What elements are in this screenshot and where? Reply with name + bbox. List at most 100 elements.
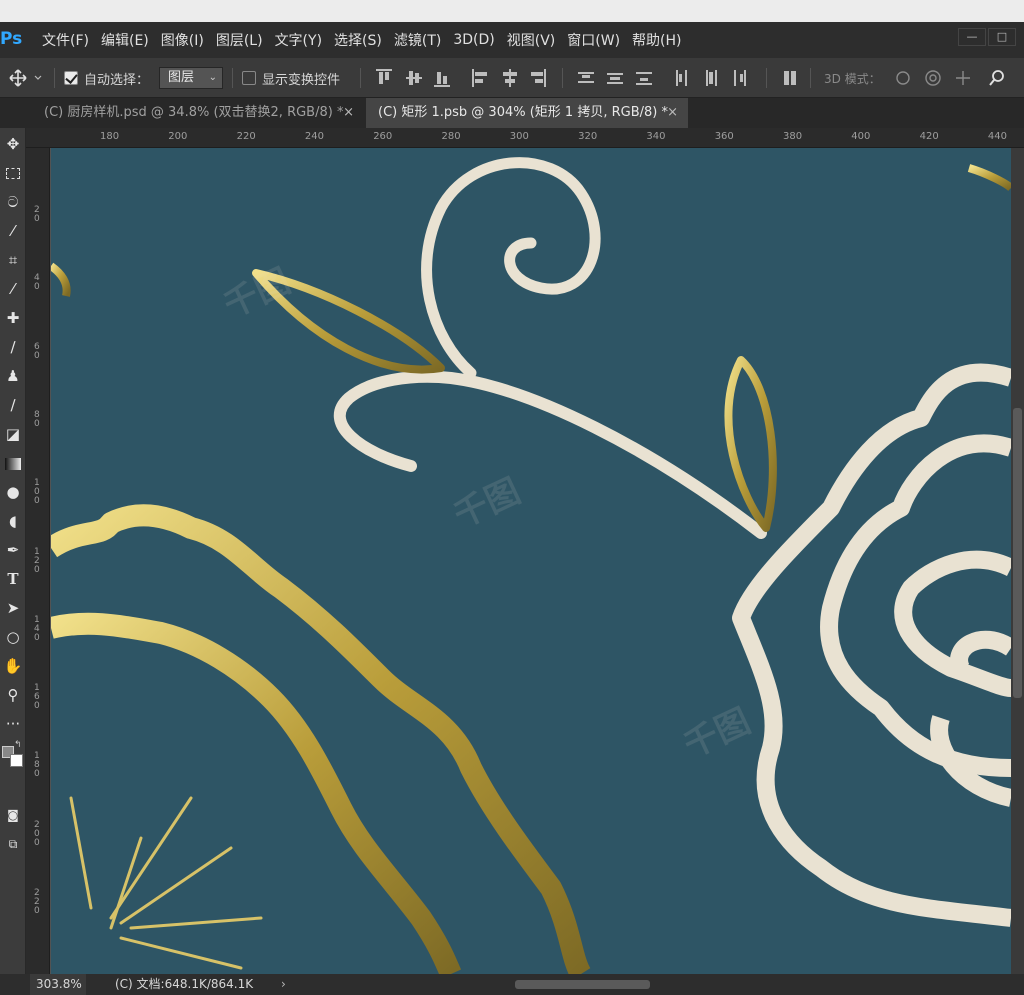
menu-type[interactable]: 文字(Y) [269,30,328,50]
show-transform-checkbox[interactable] [242,71,256,85]
close-icon[interactable]: × [667,98,678,128]
ellipse-tool-icon[interactable]: ○ [0,623,26,652]
menu-view[interactable]: 视图(V) [501,30,562,50]
auto-align-icon[interactable] [782,69,798,87]
document-tabs: (C) 厨房样机.psd @ 34.8% (双击替换2, RGB/8) * × … [0,98,1024,128]
scrollbar-thumb[interactable] [515,980,650,989]
quick-mask-icon[interactable]: ◙ [0,801,26,830]
distribute-hcenter-icon[interactable] [703,69,719,87]
options-bar: 自动选择： 图层 ⌄ 显示变换控件 3D 模式： [0,58,1024,98]
distribute-right-icon[interactable] [732,69,748,87]
zoom-level-field[interactable]: 303.8% [30,974,86,995]
menu-help[interactable]: 帮助(H) [626,30,687,50]
ruler-tick-label: 100 [34,478,40,507]
align-right-icon[interactable] [530,69,546,87]
hand-tool-icon[interactable]: ✋ [0,652,26,681]
3d-mode-icons [896,70,1004,86]
ruler-tick-label: 60 [34,341,40,361]
restore-button[interactable]: □ [988,28,1016,46]
zoom-tool-icon[interactable]: ⚲ [0,681,26,710]
horizontal-scrollbar[interactable] [300,978,1000,991]
gradient-tool-icon[interactable] [0,449,26,478]
move-tool-preset[interactable] [8,58,42,98]
dodge-tool-icon[interactable]: ◖ [0,507,26,536]
watermark: 千图 [678,701,757,766]
gold-flower [51,504,591,974]
watermark: 千图 [218,261,297,326]
tab-rectangle-psb[interactable]: (C) 矩形 1.psb @ 304% (矩形 1 拷贝, RGB/8) * × [366,98,688,128]
move-tool-icon[interactable]: ✥ [0,130,26,159]
distribute-bottom-icon[interactable] [636,69,652,87]
vertical-scrollbar[interactable] [1011,148,1024,974]
align-left-icon[interactable] [472,69,488,87]
window-top-strip [0,0,1024,22]
auto-select-label: 自动选择： [84,72,150,88]
pen-tool-icon[interactable]: ✒ [0,536,26,565]
distribute-vcenter-icon[interactable] [607,69,623,87]
align-bottom-icon[interactable] [434,69,450,87]
menu-layer[interactable]: 图层(L) [210,30,269,50]
ruler-tick-label: 200 [34,819,40,848]
divider [766,68,767,88]
menu-edit[interactable]: 编辑(E) [95,30,155,50]
cream-rose [732,363,1011,927]
document-info[interactable]: (C) 文档:648.1K/864.1K [115,974,253,995]
watermarks: 千图 千图 千图 [218,261,757,766]
auto-select-checkbox[interactable] [64,71,78,85]
auto-select-target-value: 图层 [168,70,195,85]
scrollbar-thumb[interactable] [1013,408,1022,698]
horizontal-ruler: 180 200 220 240 260 280 300 320 340 360 380 400 420 4… [26,128,1024,148]
menu-image[interactable]: 图像(I) [155,30,210,50]
move-icon [9,69,42,87]
tab-label: (C) 矩形 1.psb @ 304% (矩形 1 拷贝, RGB/8) * [378,105,668,120]
close-icon[interactable]: × [343,98,354,128]
ruler-tick-label: 320 [578,131,598,142]
menu-file[interactable]: 文件(F) [36,30,95,50]
brush-tool-icon[interactable]: ∕ [0,333,26,362]
tools-panel: ✥ ට ⁄ ⌗ ⁄ ✚ ∕ ♟ ∕ ◪ ● ◖ ✒ T ➤ ○ ✋ ⚲ ··· … [0,128,26,975]
menu-3d[interactable]: 3D(D) [447,32,500,48]
ruler-tick-label: 340 [646,131,666,142]
crop-tool-icon[interactable]: ⌗ [0,246,26,275]
3d-pan-icon [956,71,970,85]
menu-bar: Ps 文件(F) 编辑(E) 图像(I) 图层(L) 文字(Y) 选择(S) 滤… [0,22,1024,58]
type-tool-icon[interactable]: T [0,565,26,594]
healing-brush-tool-icon[interactable]: ✚ [0,304,26,333]
divider [810,68,811,88]
align-vcenter-icon[interactable] [406,69,422,87]
blur-tool-icon[interactable]: ● [0,478,26,507]
ruler-tick-label: 160 [34,683,40,712]
distribute-top-icon[interactable] [578,69,594,87]
ruler-tick-label: 260 [373,131,393,142]
divider [360,68,361,88]
menu-select[interactable]: 选择(S) [328,30,388,50]
3d-mode-label: 3D 模式： [824,71,881,86]
marquee-tool-icon[interactable] [0,159,26,188]
ruler-tick-label: 120 [34,546,40,575]
history-brush-tool-icon[interactable]: ∕ [0,391,26,420]
distribute-left-icon[interactable] [674,69,690,87]
menu-filter[interactable]: 滤镜(T) [388,30,447,50]
align-hcenter-icon[interactable] [502,69,518,87]
ruler-tick-label: 200 [168,131,188,142]
background-color-swatch[interactable] [10,754,23,767]
align-top-icon[interactable] [376,69,392,87]
divider [54,68,55,88]
tab-label: (C) 厨房样机.psd @ 34.8% (双击替换2, RGB/8) * [44,105,344,120]
tab-kitchen-mockup[interactable]: (C) 厨房样机.psd @ 34.8% (双击替换2, RGB/8) * × [32,98,364,128]
more-tools-icon[interactable]: ··· [0,710,26,739]
path-selection-tool-icon[interactable]: ➤ [0,594,26,623]
eraser-tool-icon[interactable]: ◪ [0,420,26,449]
clone-stamp-tool-icon[interactable]: ♟ [0,362,26,391]
status-menu-arrow[interactable]: › [281,974,286,995]
minimize-button[interactable]: — [958,28,986,46]
menu-window[interactable]: 窗口(W) [561,30,626,50]
eyedropper-tool-icon[interactable]: ⁄ [0,275,26,304]
gold-stamens [69,796,263,970]
lasso-tool-icon[interactable]: ට [0,188,26,217]
magic-wand-tool-icon[interactable]: ⁄ [0,217,26,246]
swap-colors-icon[interactable]: ↰ [14,740,22,750]
document-canvas[interactable]: 千图 千图 千图 [51,148,1011,974]
auto-select-target-select[interactable]: 图层 ⌄ [159,67,223,89]
screen-mode-icon[interactable]: ⧉ [0,830,26,859]
